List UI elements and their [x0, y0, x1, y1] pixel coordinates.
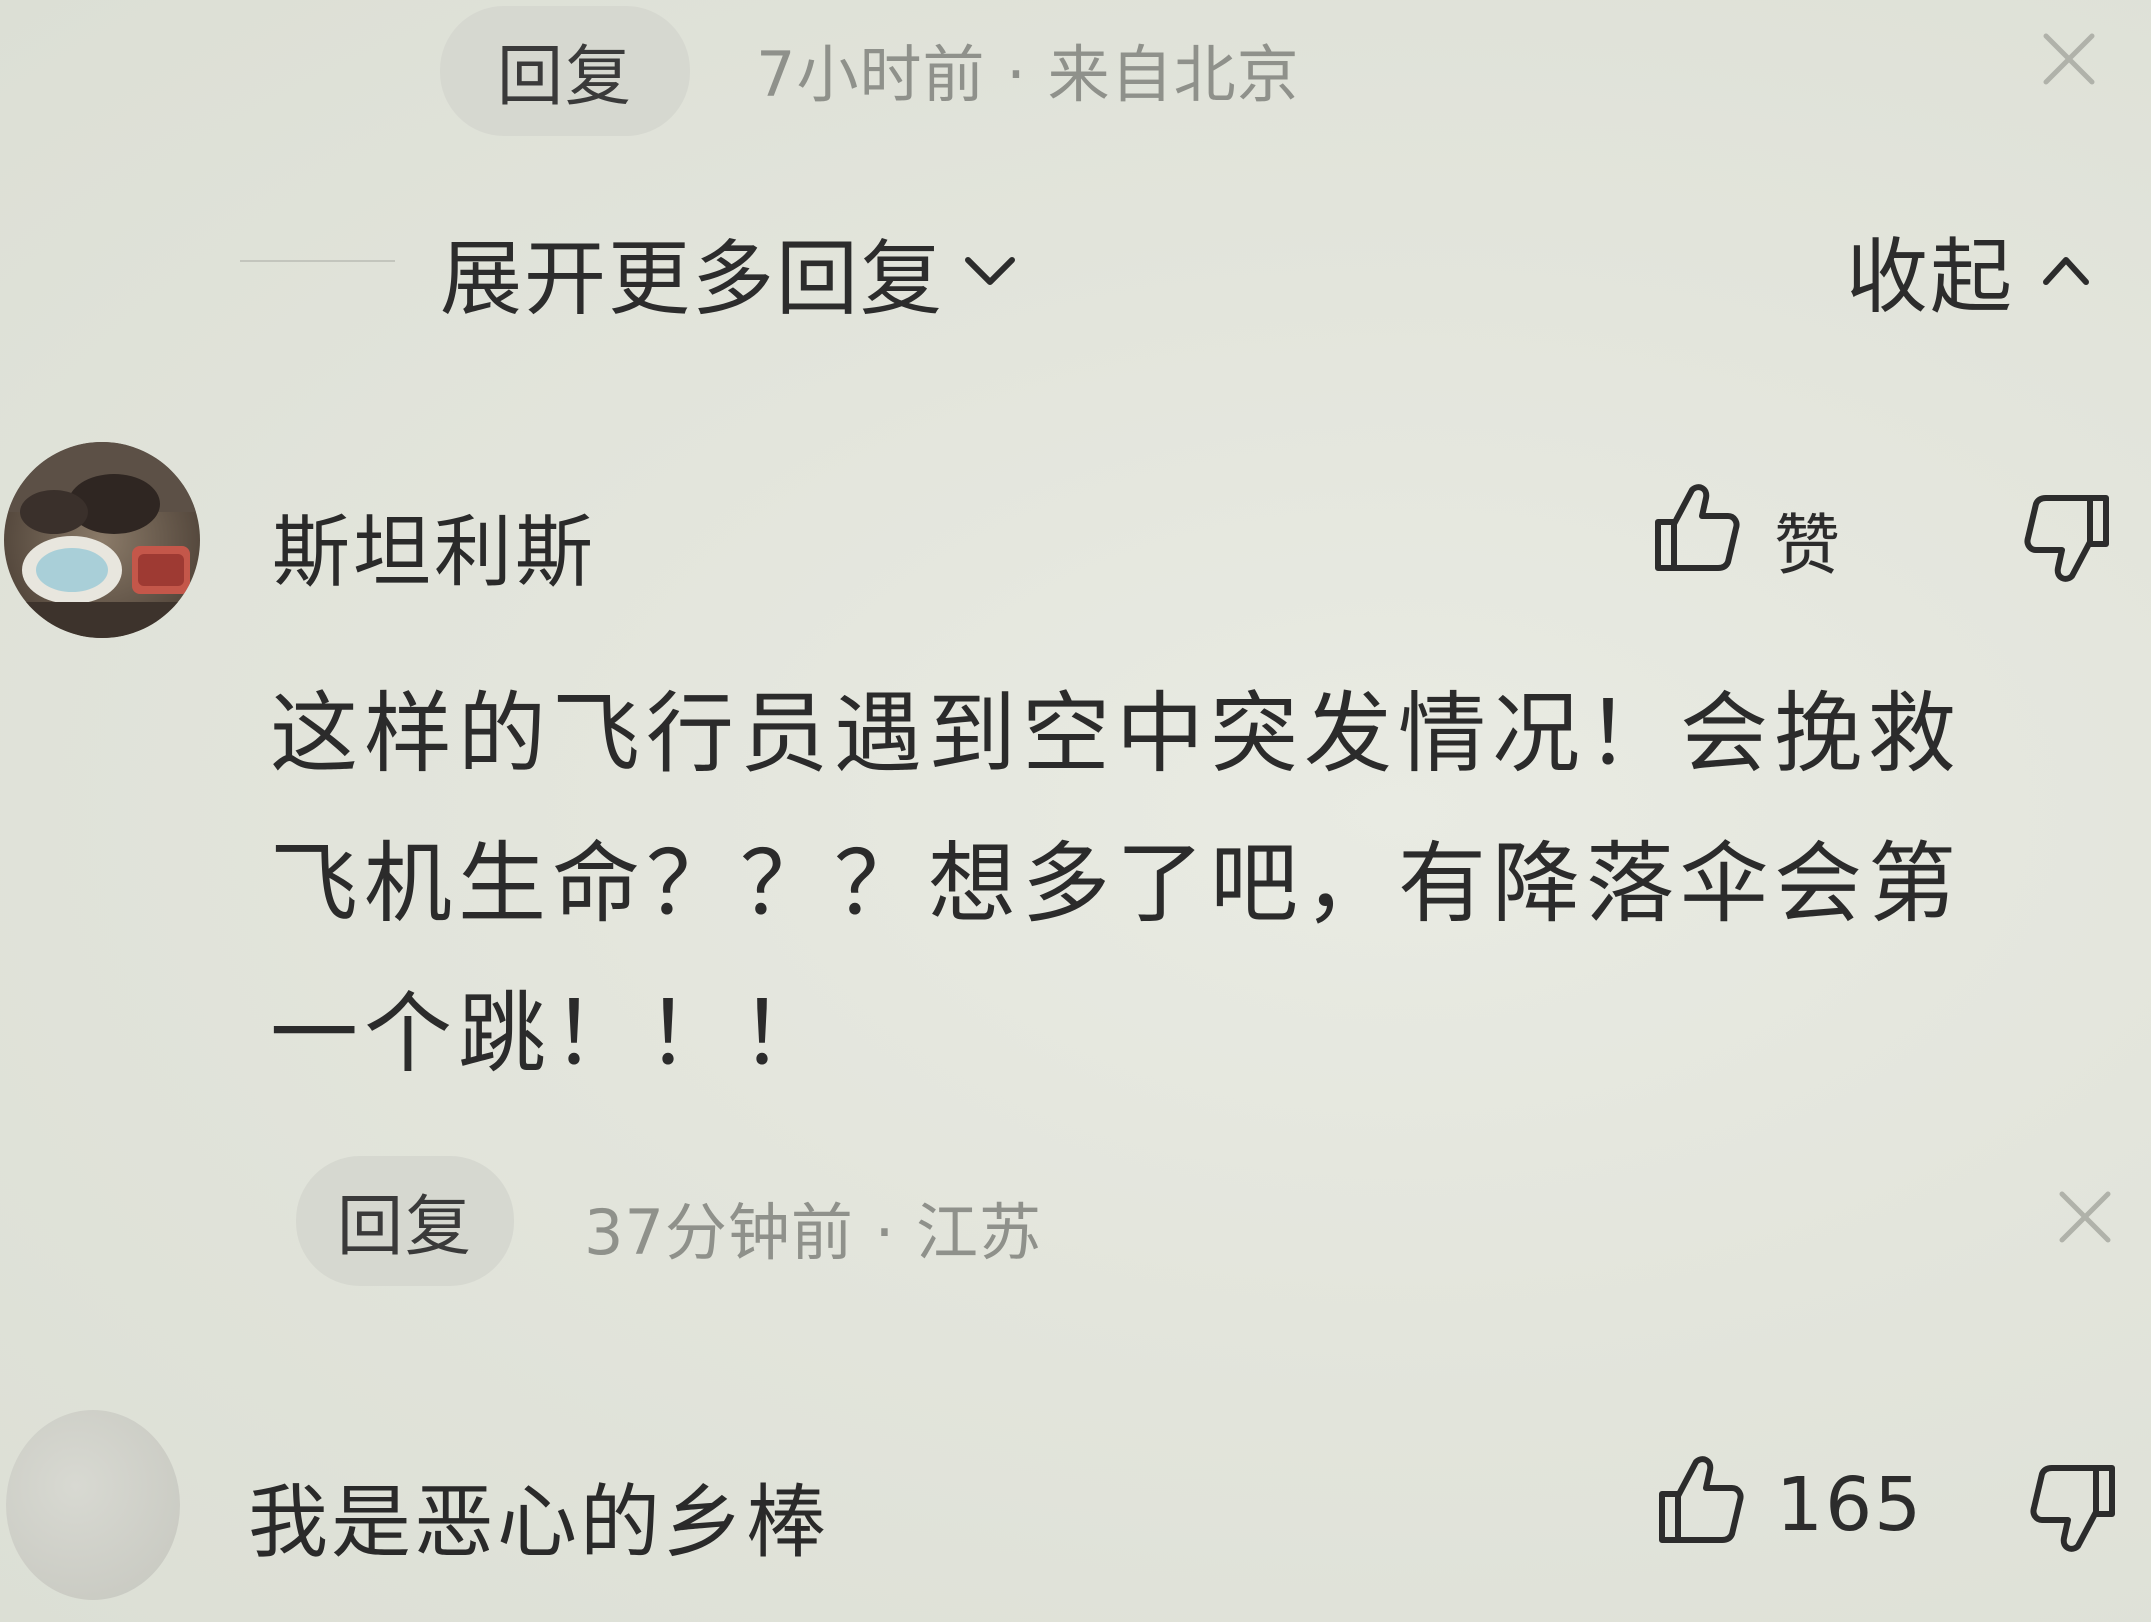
- comment-username[interactable]: 斯坦利斯: [272, 490, 596, 602]
- comment-username[interactable]: 我是恶心的乡棒: [248, 1458, 829, 1574]
- reply-button[interactable]: 回复: [296, 1156, 514, 1286]
- collapse-replies[interactable]: 收起: [1846, 210, 2092, 329]
- comment-body-line: 飞机生命？？？想多了吧，有降落伞会第: [270, 832, 1963, 935]
- avatar[interactable]: [4, 442, 200, 638]
- like-count: 165: [1776, 1462, 1924, 1548]
- thumbs-up-icon[interactable]: [1656, 1454, 1744, 1546]
- like-label[interactable]: 赞: [1774, 492, 1840, 588]
- comment-body-line: 一个跳！！！: [270, 982, 835, 1085]
- reply-label: 回复: [497, 38, 633, 115]
- chevron-up-icon: [2043, 256, 2090, 285]
- reply-label: 回复: [337, 1188, 473, 1265]
- thumbs-up-icon[interactable]: [1652, 482, 1740, 574]
- collapse-label: 收起: [1846, 230, 2015, 325]
- chevron-down-icon: [965, 256, 1016, 285]
- close-icon[interactable]: [2040, 30, 2098, 88]
- avatar[interactable]: [6, 1410, 180, 1600]
- thread-divider: [240, 260, 395, 262]
- thumbs-down-icon[interactable]: [2024, 492, 2112, 584]
- reply-button[interactable]: 回复: [440, 6, 690, 136]
- comment-meta: 37分钟前 · 江苏: [584, 1196, 1043, 1269]
- close-icon[interactable]: [2056, 1188, 2114, 1246]
- comment-body-line: 这样的飞行员遇到空中突发情况！会挽救: [270, 682, 1963, 785]
- expand-label: 展开更多回复: [440, 232, 945, 327]
- thumbs-down-icon[interactable]: [2030, 1462, 2118, 1554]
- expand-more-replies[interactable]: 展开更多回复: [440, 212, 1018, 331]
- reply-meta: 7小时前 · 来自北京: [756, 38, 1300, 111]
